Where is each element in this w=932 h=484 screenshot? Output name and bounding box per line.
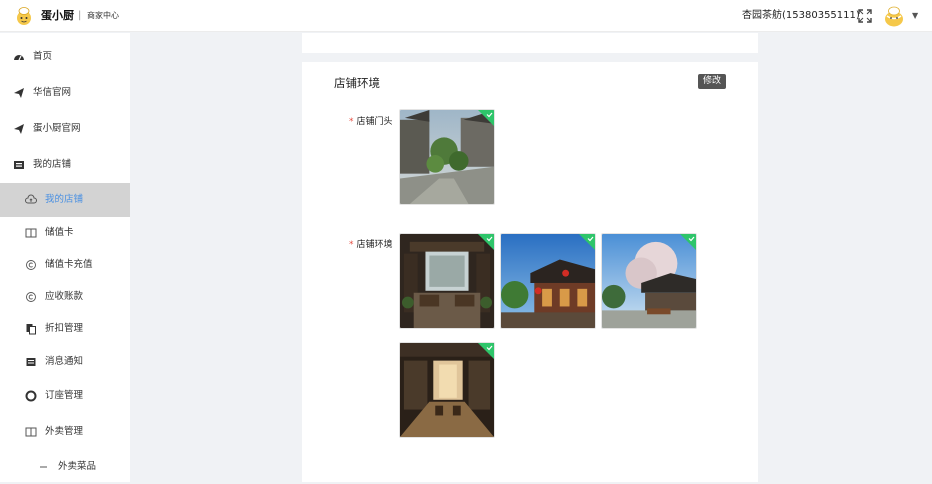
copyright-icon xyxy=(26,260,36,270)
chef-logo-icon xyxy=(17,7,31,25)
sidebar-item-label: 折扣管理 xyxy=(45,323,84,334)
sidebar-item-label: 储值卡充值 xyxy=(45,259,93,270)
environment-photo[interactable] xyxy=(399,342,495,438)
sidebar-item-stored-value-card[interactable]: 储值卡 xyxy=(0,216,130,250)
sidebar-item-discount[interactable]: 折扣管理 xyxy=(0,312,130,346)
sidebar-item-huaxin-site[interactable]: 华信官网 xyxy=(0,76,130,110)
field-label-environment: * 店铺环境 xyxy=(349,240,393,250)
sidebar-item-messages[interactable]: 消息通知 xyxy=(0,345,130,379)
send-icon xyxy=(14,88,24,98)
sidebar-item-reservations[interactable]: 订座管理 xyxy=(0,379,130,413)
message-icon xyxy=(26,358,36,366)
edit-button[interactable]: 修改 xyxy=(698,74,726,89)
avatar[interactable] xyxy=(883,5,905,27)
sidebar-item-card-recharge[interactable]: 储值卡充值 xyxy=(0,248,130,282)
sidebar-item-my-store-group[interactable]: 我的店铺 xyxy=(0,148,130,182)
selected-check-icon xyxy=(478,343,494,359)
user-name[interactable]: 杏园茶舫(15380355111) xyxy=(742,9,860,23)
sidebar-item-takeout-dishes[interactable]: 外卖菜品 xyxy=(0,450,130,484)
copy-icon xyxy=(26,324,36,335)
previous-section-card xyxy=(302,33,758,53)
sidebar-item-label: 蛋小厨官网 xyxy=(33,123,81,134)
selected-check-icon xyxy=(680,234,696,250)
section-title: 店铺环境 xyxy=(334,76,380,90)
sidebar-item-receivables[interactable]: 应收账款 xyxy=(0,280,130,314)
sidebar-item-label: 首页 xyxy=(33,51,53,62)
sidebar-item-my-store[interactable]: 我的店铺 xyxy=(0,183,130,217)
dashboard-icon xyxy=(14,55,24,61)
sidebar: 首页 华信官网 蛋小厨官网 我的店铺 我的店铺 储值卡 储值卡充值 应收账款 折… xyxy=(0,33,130,482)
store-icon xyxy=(14,161,24,169)
book-icon xyxy=(25,228,37,238)
selected-check-icon xyxy=(478,110,494,126)
sidebar-item-label: 我的店铺 xyxy=(45,194,84,205)
selected-check-icon xyxy=(579,234,595,250)
fullscreen-icon[interactable] xyxy=(858,9,872,23)
brand-name: 蛋小厨 xyxy=(41,9,74,22)
sidebar-item-dxc-site[interactable]: 蛋小厨官网 xyxy=(0,112,130,146)
book-icon xyxy=(25,427,37,437)
dropdown-caret-icon[interactable]: ▼ xyxy=(912,10,918,22)
sidebar-item-label: 储值卡 xyxy=(45,227,74,238)
sidebar-item-takeout[interactable]: 外卖管理 xyxy=(0,415,130,449)
field-label-storefront: * 店铺门头 xyxy=(349,117,393,127)
sidebar-item-label: 应收账款 xyxy=(45,291,84,302)
environment-photo[interactable] xyxy=(601,233,697,329)
sidebar-item-label: 外卖管理 xyxy=(45,426,84,437)
environment-photo[interactable] xyxy=(500,233,596,329)
lifebuoy-icon xyxy=(25,390,37,402)
sidebar-item-label: 订座管理 xyxy=(45,390,84,401)
sidebar-item-label: 消息通知 xyxy=(45,356,84,367)
top-header: 蛋小厨 | 商家中心 杏园茶舫(15380355111) ▼ xyxy=(0,0,932,32)
sidebar-item-label: 华信官网 xyxy=(33,87,72,98)
brand-subtitle: 商家中心 xyxy=(87,11,119,20)
send-icon xyxy=(14,124,24,134)
sidebar-item-home[interactable]: 首页 xyxy=(0,40,130,74)
selected-check-icon xyxy=(478,234,494,250)
sidebar-item-label: 我的店铺 xyxy=(33,159,72,170)
cloud-icon xyxy=(25,194,37,204)
sidebar-item-label: 外卖菜品 xyxy=(58,461,97,472)
environment-photo[interactable] xyxy=(399,233,495,329)
dash-icon xyxy=(40,466,47,468)
copyright-icon xyxy=(26,292,36,302)
brand-separator: | xyxy=(78,10,82,21)
storefront-photo[interactable] xyxy=(399,109,495,205)
